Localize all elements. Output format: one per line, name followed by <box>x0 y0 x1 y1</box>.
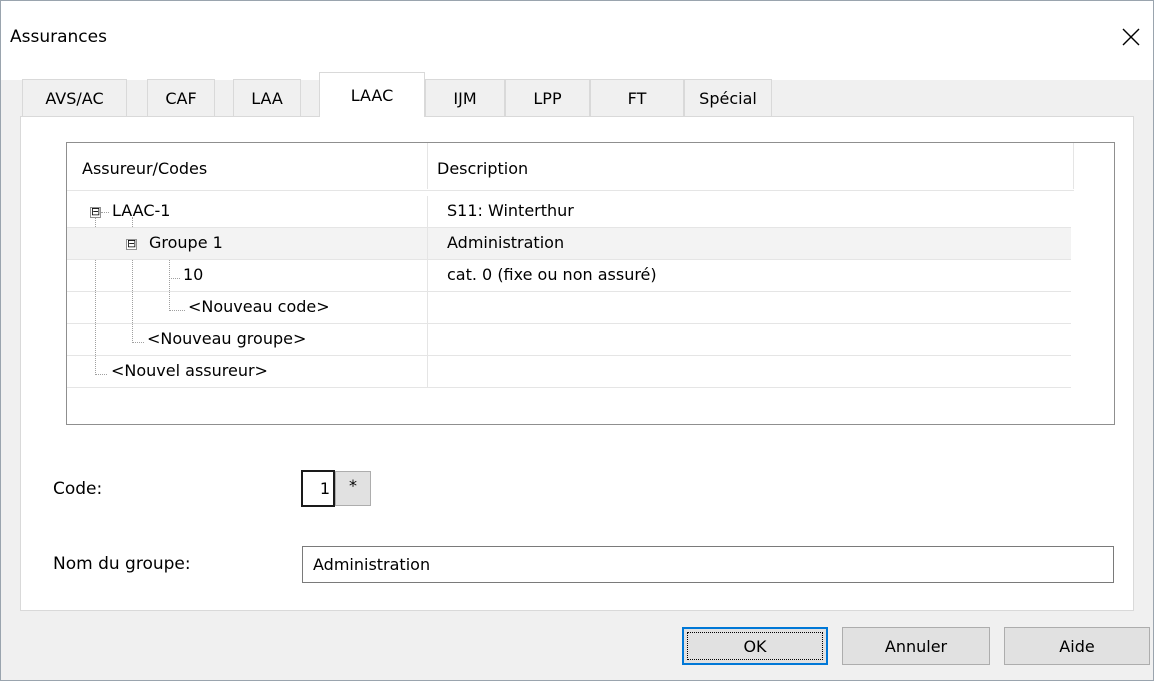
column-separator <box>1073 143 1074 189</box>
tree-row-label: <Nouveau code> <box>188 297 330 316</box>
group-name-input[interactable] <box>302 546 1114 583</box>
group-name-label: Nom du groupe: <box>53 554 191 574</box>
tree-row-new-code[interactable]: <Nouveau code> <box>67 292 1071 324</box>
window-title: Assurances <box>10 27 107 47</box>
column-separator <box>427 196 428 228</box>
collapse-icon[interactable]: ⊟ <box>90 206 101 218</box>
tab-ft[interactable]: FT <box>590 79 684 116</box>
collapse-icon[interactable]: ⊟ <box>126 238 137 250</box>
tab-lpp[interactable]: LPP <box>505 79 590 116</box>
tab-ijm[interactable]: IJM <box>425 79 505 116</box>
column-separator <box>427 260 428 292</box>
focus-indicator <box>687 632 823 660</box>
column-separator <box>427 356 428 388</box>
tree-row-description: Administration <box>447 233 565 252</box>
ok-button[interactable]: OK <box>682 627 828 665</box>
tree-row-new-insurer[interactable]: <Nouvel assureur> <box>67 356 1071 388</box>
close-button[interactable] <box>1108 14 1154 60</box>
tree-header: Assureur/Codes Description <box>67 143 1074 191</box>
tab-special[interactable]: Spécial <box>684 79 772 116</box>
tab-laac[interactable]: LAAC <box>319 72 425 117</box>
tree-row-insurer[interactable]: ⊟ LAAC-1 S11: Winterthur <box>67 196 1071 228</box>
tree-row-label: <Nouvel assureur> <box>111 361 268 380</box>
tab-panel-laac: Assureur/Codes Description ⊟ LAAC-1 S11:… <box>20 116 1134 611</box>
tree-row-label: <Nouveau groupe> <box>147 329 307 348</box>
title-bar: Assurances <box>0 0 1154 80</box>
tree-row-label: LAAC-1 <box>112 201 171 220</box>
tab-avs-ac[interactable]: AVS/AC <box>22 79 127 116</box>
tree-row-new-group[interactable]: <Nouveau groupe> <box>67 324 1071 356</box>
cancel-button-label: Annuler <box>884 636 948 656</box>
tree-row-description: S11: Winterthur <box>447 201 574 220</box>
code-field[interactable]: 1 <box>301 470 335 507</box>
help-button-label: Aide <box>1059 636 1095 656</box>
column-separator <box>427 143 428 189</box>
insurer-tree-list[interactable]: Assureur/Codes Description ⊟ LAAC-1 S11:… <box>66 142 1115 425</box>
tree-row-label: Groupe 1 <box>149 233 223 252</box>
help-button[interactable]: Aide <box>1004 627 1150 665</box>
tab-caf[interactable]: CAF <box>147 79 215 116</box>
cancel-button[interactable]: Annuler <box>842 627 990 665</box>
tree-row-code[interactable]: 10 cat. 0 (fixe ou non assuré) <box>67 260 1071 292</box>
column-separator <box>427 292 428 324</box>
code-label: Code: <box>53 479 103 499</box>
column-separator <box>427 324 428 356</box>
tree-row-label: 10 <box>183 265 204 284</box>
column-header-description[interactable]: Description <box>437 159 528 178</box>
close-icon <box>1122 28 1140 46</box>
tree-row-group[interactable]: ⊟ Groupe 1 Administration <box>67 228 1071 260</box>
column-separator <box>427 228 428 260</box>
code-asterisk-button[interactable]: * <box>335 471 371 506</box>
tree-row-description: cat. 0 (fixe ou non assuré) <box>447 265 657 284</box>
tab-laa[interactable]: LAA <box>233 79 301 116</box>
column-header-insurer-codes[interactable]: Assureur/Codes <box>82 159 207 178</box>
